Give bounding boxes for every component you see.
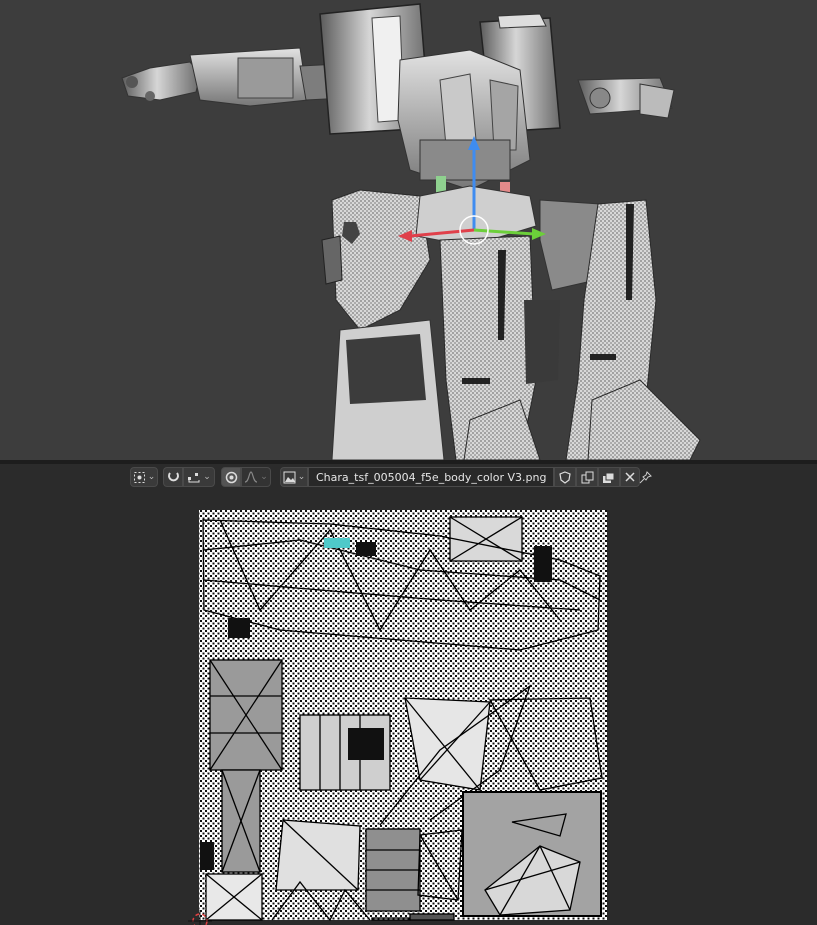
pin-button[interactable] <box>634 467 656 487</box>
snap-target-icon <box>187 471 201 484</box>
fake-user-button[interactable] <box>554 467 577 487</box>
robot-model-render <box>121 3 701 460</box>
pin-icon <box>639 470 652 484</box>
falloff-curve-icon <box>244 471 258 483</box>
pivot-point-dropdown[interactable]: ⌄ <box>130 467 158 487</box>
duplicate-image-icon <box>581 471 594 484</box>
proportional-falloff-dropdown[interactable]: ⌄ <box>241 467 271 487</box>
new-image-button[interactable] <box>598 467 621 487</box>
duplicate-image-button[interactable] <box>576 467 599 487</box>
uv-editor-header: ⌄ ⌄ ⌄ ⌄ Chara_tsf_005004_f5e_body_color … <box>0 464 817 490</box>
new-image-icon <box>602 471 616 484</box>
snap-target-dropdown[interactable]: ⌄ <box>183 467 215 487</box>
chevron-down-icon: ⌄ <box>147 472 156 482</box>
right-arm <box>577 77 675 119</box>
image-browse-icon <box>283 471 296 484</box>
chevron-down-icon: ⌄ <box>297 472 306 482</box>
3d-viewport[interactable] <box>0 0 817 460</box>
uv-canvas[interactable] <box>0 490 817 925</box>
chevron-down-icon: ⌄ <box>260 472 268 482</box>
proportional-edit-toggle[interactable] <box>221 467 241 487</box>
torso <box>397 49 531 196</box>
proportional-edit-icon <box>225 471 238 484</box>
snap-magnet-icon <box>167 471 180 484</box>
left-arm <box>121 47 346 107</box>
uv-editor[interactable]: ⌄ ⌄ ⌄ ⌄ Chara_tsf_005004_f5e_body_color … <box>0 464 817 925</box>
chevron-down-icon: ⌄ <box>203 472 211 482</box>
image-name-field[interactable]: Chara_tsf_005004_f5e_body_color V3.png <box>308 467 555 487</box>
snap-toggle[interactable] <box>163 467 183 487</box>
shield-icon <box>559 470 572 484</box>
pivot-point-icon <box>133 471 146 484</box>
browse-image-dropdown[interactable]: ⌄ <box>280 467 308 487</box>
